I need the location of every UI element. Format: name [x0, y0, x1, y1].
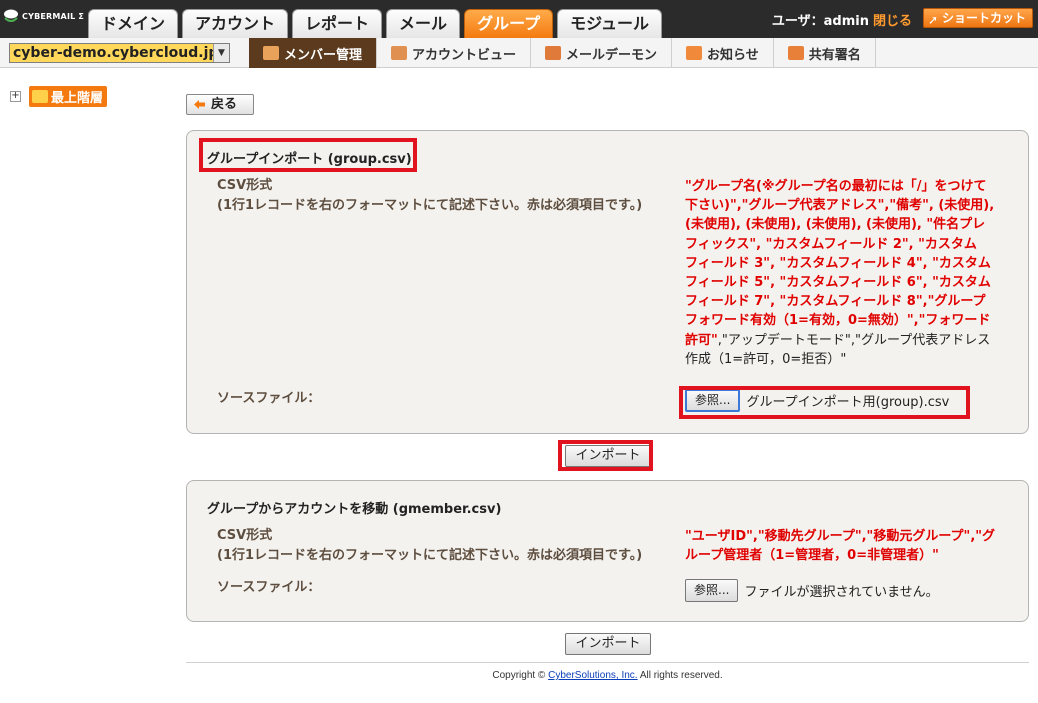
highlight-box: [679, 386, 970, 419]
tree-root-node[interactable]: 最上階層: [29, 86, 108, 107]
back-button[interactable]: 戻る: [186, 94, 254, 115]
user-area: ユーザ：admin 閉じる: [772, 10, 912, 29]
csv-format-note: (1行1レコードを右のフォーマットにて記述下さい。赤は必須項目です。): [217, 548, 643, 563]
format-line: フィールド 5", "カスタムフィールド 6", "カスタム: [685, 275, 991, 291]
folder-icon: [32, 90, 48, 103]
subnav-member-management[interactable]: メンバー管理: [249, 38, 378, 68]
sub-bar: cyber-demo.cybercloud.jp ▼ メンバー管理 アカウントビ…: [0, 38, 1038, 68]
format-line: 許可","アップデートモード","グループ代表アドレス: [685, 331, 1005, 350]
shortcut-arrow-icon: ➚: [928, 13, 939, 27]
back-arrow-icon: [194, 100, 205, 109]
csv-format-spec: "グループ名(※グループ名の最初には「/」をつけて 下さい)","グループ代表ア…: [685, 177, 1005, 369]
subnav-account-view[interactable]: アカウントビュー: [377, 38, 532, 68]
subnav-label: お知らせ: [707, 47, 759, 63]
footer: Copyright © CyberSolutions, Inc. All rig…: [186, 670, 1029, 681]
highlight-box: [199, 138, 417, 172]
logo-text: CYBERMAIL Σ: [22, 11, 85, 21]
copyright-prefix: Copyright ©: [492, 670, 549, 681]
company-link[interactable]: CyberSolutions, Inc.: [548, 670, 638, 681]
subnav-mail-daemon[interactable]: メールデーモン: [531, 38, 673, 68]
browse-button[interactable]: 参照...: [685, 579, 739, 602]
domain-value: cyber-demo.cybercloud.jp: [13, 45, 219, 61]
logo-icon: [3, 9, 19, 23]
format-required-part: 許可": [685, 332, 718, 348]
signature-icon: [787, 46, 804, 60]
tree-root-label: 最上階層: [51, 91, 104, 106]
subnav-label: メールデーモン: [566, 47, 658, 63]
tab-domain[interactable]: ドメイン: [88, 9, 179, 38]
move-account-panel: グループからアカウントを移動 (gmember.csv) CSV形式 (1行1レ…: [186, 480, 1029, 622]
format-line: ループ管理者（1=管理者，0=非管理者）": [685, 548, 939, 564]
group-subnav: メンバー管理 アカウントビュー メールデーモン お知らせ 共有署名: [249, 38, 876, 68]
chevron-down-icon[interactable]: ▼: [213, 44, 229, 62]
tab-group[interactable]: グループ: [464, 9, 554, 38]
tab-module[interactable]: モジュール: [557, 9, 662, 38]
csv-format-note: (1行1レコードを右のフォーマットにて記述下さい。赤は必須項目です。): [217, 198, 643, 213]
back-label: 戻る: [211, 97, 238, 112]
format-line: フィールド 3", "カスタムフィールド 4", "カスタム: [685, 255, 991, 271]
close-link[interactable]: 閉じる: [873, 14, 912, 29]
account-view-icon: [391, 46, 408, 60]
main-tabs: ドメイン アカウント レポート メール グループ モジュール: [88, 9, 666, 38]
format-line: フィックス", "カスタムフィールド 2", "カスタム: [685, 236, 977, 252]
group-tree: + 最上階層: [10, 86, 108, 107]
top-bar: CYBERMAIL Σ ドメイン アカウント レポート メール グループ モジュ…: [0, 0, 1038, 38]
user-label: ユーザ：admin: [771, 14, 869, 29]
format-optional-part: ,"アップデートモード","グループ代表アドレス: [717, 332, 991, 348]
mail-daemon-icon: [545, 46, 562, 60]
format-line: フィールド 7", "カスタムフィールド 8","グループ: [685, 294, 986, 310]
subnav-label: アカウントビュー: [412, 47, 517, 63]
source-file-label: ソースファイル：: [217, 391, 321, 406]
file-input: 参照... ファイルが選択されていません。: [685, 579, 939, 602]
tree-expand-icon[interactable]: +: [10, 91, 21, 102]
format-line: "ユーザID","移動先グループ","移動元グループ","グ: [685, 529, 996, 544]
subnav-shared-signature[interactable]: 共有署名: [774, 38, 876, 68]
subnav-label: メンバー管理: [284, 47, 363, 63]
notice-icon: [686, 46, 703, 60]
copyright-suffix: All rights reserved.: [637, 670, 723, 681]
footer-divider: [186, 662, 1029, 663]
subnav-notice[interactable]: お知らせ: [672, 38, 774, 68]
csv-format-spec: "ユーザID","移動先グループ","移動元グループ","グ ループ管理者（1=…: [685, 527, 1005, 565]
panel-title: グループからアカウントを移動 (gmember.csv): [207, 502, 502, 517]
format-line: "グループ名(※グループ名の最初には「/」をつけて: [685, 179, 987, 194]
tab-report[interactable]: レポート: [292, 9, 383, 38]
format-line: 下さい)","グループ代表アドレス","備考", (未使用),: [685, 198, 995, 214]
source-file-label: ソースファイル：: [217, 580, 321, 595]
highlight-box: [558, 440, 653, 471]
members-icon: [263, 46, 279, 60]
subnav-label: 共有署名: [808, 47, 861, 63]
app-logo: CYBERMAIL Σ: [3, 9, 84, 23]
tab-mail[interactable]: メール: [386, 9, 461, 38]
shortcut-label: ショートカット: [942, 11, 1027, 25]
format-line: 作成（1=許可，0=拒否）": [685, 351, 847, 367]
tab-account[interactable]: アカウント: [182, 9, 289, 38]
csv-format-label: CSV形式: [217, 528, 273, 543]
domain-select[interactable]: cyber-demo.cybercloud.jp ▼: [9, 43, 230, 63]
csv-format-label: CSV形式: [217, 178, 273, 193]
shortcut-button[interactable]: ➚ ショートカット: [923, 8, 1033, 28]
format-line: フォワード有効（1=有効，0=無効）","フォワード: [685, 313, 991, 329]
import-button[interactable]: インポート: [565, 633, 651, 655]
format-line: (未使用), (未使用), (未使用), (未使用), "件名プレ: [685, 217, 986, 233]
selected-file-name: ファイルが選択されていません。: [744, 585, 939, 600]
